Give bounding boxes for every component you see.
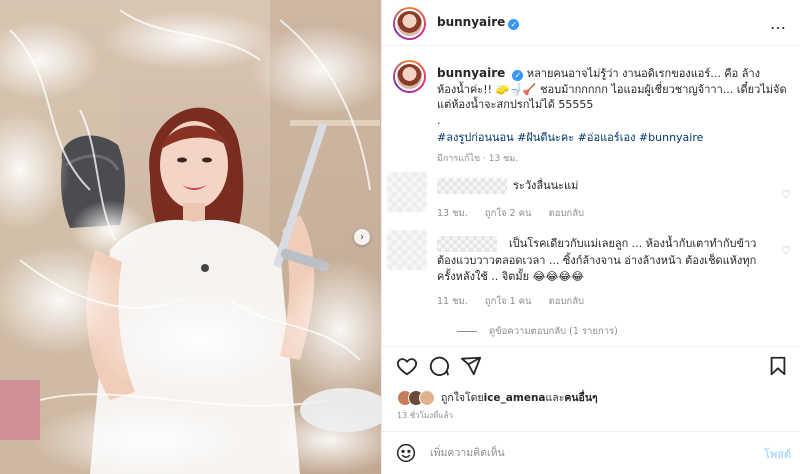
comment-icon[interactable] xyxy=(428,355,450,377)
comment-reply-button[interactable]: ตอบกลับ xyxy=(549,296,585,307)
post-comment-button[interactable]: โพสต์ xyxy=(764,445,791,463)
view-replies-label: ดูข้อความตอบกลับ (1 รายการ) xyxy=(489,326,618,337)
comment-likes[interactable]: ถูกใจ 1 คน xyxy=(485,296,532,307)
add-comment-bar: โพสต์ xyxy=(382,431,800,474)
bookmark-icon[interactable] xyxy=(767,355,789,377)
caption-edited-time: มีการแก้ไข · 13 ชม. xyxy=(437,154,518,164)
comment-likes[interactable]: ถูกใจ 2 คน xyxy=(485,208,532,219)
liked-by-others[interactable]: คนอื่นๆ xyxy=(564,389,597,406)
instagram-post-view: › bunnyaire ✓ … bunnyaire ✓ หลายคนอาจไม่รู… xyxy=(0,0,800,474)
photo-illustration xyxy=(0,0,381,474)
post-actions-bar xyxy=(382,346,800,382)
comment-meta: 13 ชม. ถูกใจ 2 คน ตอบกลับ xyxy=(437,206,598,221)
comment-time: 13 ชม. xyxy=(437,208,468,219)
heart-icon[interactable] xyxy=(396,355,418,377)
commenter-name[interactable] xyxy=(437,178,507,194)
liked-by[interactable]: ถูกใจโดย ice_amena และ คนอื่นๆ xyxy=(397,389,598,406)
comment-text: ระวังลื่นนะแม่ xyxy=(513,179,579,192)
comment-reply-button[interactable]: ตอบกลับ xyxy=(549,208,585,219)
caption-username[interactable]: bunnyaire xyxy=(437,66,505,80)
post-header: bunnyaire ✓ … xyxy=(382,0,800,46)
comment-input[interactable] xyxy=(430,444,730,462)
liked-by-prefix: ถูกใจโดย xyxy=(441,392,484,404)
share-icon[interactable] xyxy=(460,355,482,377)
liked-by-user[interactable]: ice_amena xyxy=(484,392,546,404)
comment-like-icon[interactable]: ♡ xyxy=(781,188,791,201)
comment-meta: 11 ชม. ถูกใจ 1 คน ตอบกลับ xyxy=(437,294,598,309)
post-time-ago: 13 ชั่วโมงที่แล้ว xyxy=(397,411,453,420)
post-photo[interactable]: › xyxy=(0,0,381,474)
comment-text: เป็นโรคเดียวกับแม่เลยลูก ... ห้องน้ำกับเ… xyxy=(437,237,757,283)
liker-avatars xyxy=(397,389,437,406)
commenter-avatar[interactable] xyxy=(387,230,427,270)
commenter-avatar[interactable] xyxy=(387,172,427,212)
caption-text: bunnyaire ✓ หลายคนอาจไม่รู้ว่า งานอดิเรกข… xyxy=(437,66,787,128)
caption-dot: . xyxy=(437,113,441,127)
view-replies-button[interactable]: ดูข้อความตอบกลับ (1 รายการ) xyxy=(457,324,618,339)
emoji-icon[interactable] xyxy=(396,443,416,463)
avatar[interactable] xyxy=(393,7,426,40)
comment-like-icon[interactable]: ♡ xyxy=(781,244,791,257)
replies-divider xyxy=(457,331,477,332)
verified-badge-icon: ✓ xyxy=(512,70,524,81)
post-side-panel: bunnyaire ✓ … bunnyaire ✓ หลายคนอาจไม่รู้ว… xyxy=(381,0,800,474)
comment-time: 11 ชม. xyxy=(437,296,468,307)
more-options-icon[interactable]: … xyxy=(770,14,787,33)
chevron-right-icon[interactable]: › xyxy=(354,229,370,245)
verified-badge-icon: ✓ xyxy=(508,19,520,30)
caption-hashtags[interactable]: #ลงรูปก่อนนอน #ฝันดีนะคะ #อ่อแอร์เอง #bu… xyxy=(437,128,703,146)
caption-avatar[interactable] xyxy=(393,60,426,93)
author-username[interactable]: bunnyaire ✓ xyxy=(437,15,520,30)
liked-by-middle: และ xyxy=(545,392,565,404)
